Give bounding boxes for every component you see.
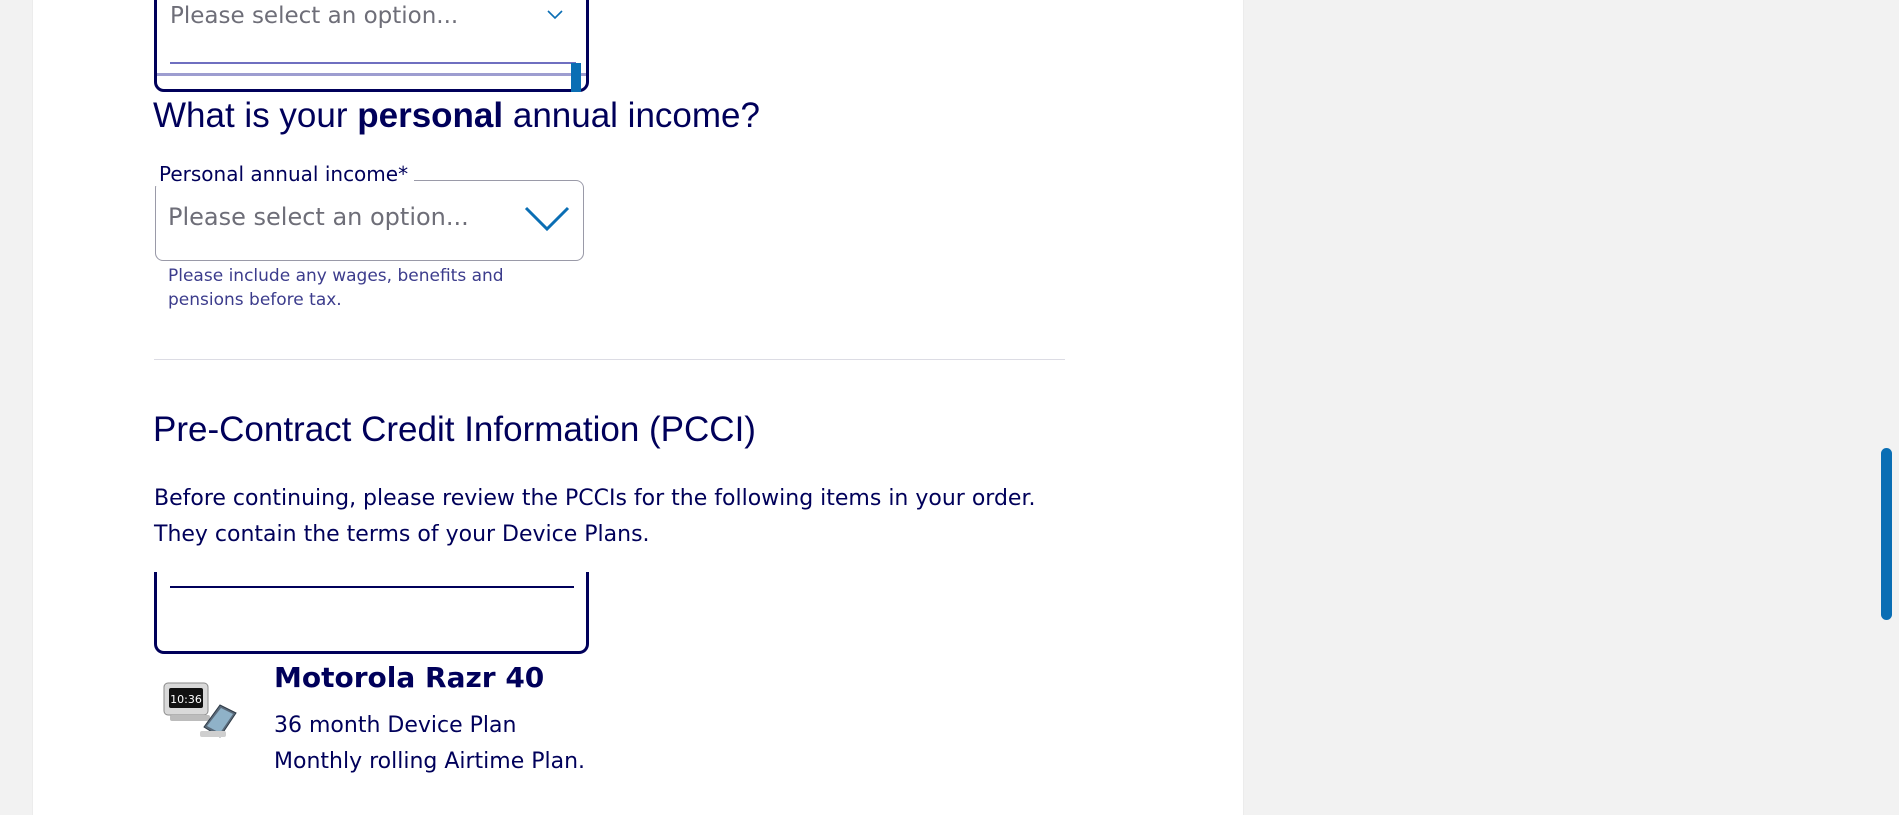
pcci-description: Before continuing, please review the PCC… <box>154 481 1104 553</box>
income-heading-bold: personal <box>357 96 504 135</box>
previous-select-field[interactable]: Please select an option... <box>154 0 589 92</box>
product-image-clock: 10:36 <box>170 693 202 706</box>
chevron-down-icon[interactable] <box>524 205 570 233</box>
product-image: 10:36 <box>163 682 237 738</box>
device-plan-text: 36 month Device Plan <box>274 713 517 738</box>
dropdown-scroll-track <box>157 73 586 76</box>
chevron-down-icon <box>547 10 563 20</box>
page-content: Please select an option... What is your … <box>32 0 1244 815</box>
pcci-description-line1: Before continuing, please review the PCC… <box>154 486 1036 511</box>
income-heading: What is your personal annual income? <box>153 96 760 136</box>
pcci-description-line2: They contain the terms of your Device Pl… <box>154 522 650 547</box>
airtime-plan-text: Monthly rolling Airtime Plan. <box>274 749 586 774</box>
personal-income-help-text: Please include any wages, benefits and p… <box>168 266 504 310</box>
page-scrollbar-thumb[interactable] <box>1881 448 1892 620</box>
product-name: Motorola Razr 40 <box>274 661 545 694</box>
income-heading-suffix: annual income? <box>503 96 760 135</box>
income-heading-prefix: What is your <box>153 96 358 135</box>
dropdown-scrollbar-thumb[interactable] <box>571 63 581 92</box>
previous-select-placeholder: Please select an option... <box>170 3 459 29</box>
section-divider <box>154 359 1065 360</box>
pcci-heading: Pre-Contract Credit Information (PCCI) <box>153 410 756 449</box>
personal-income-label: Personal annual income* <box>155 162 415 186</box>
dropdown-divider <box>170 62 576 64</box>
pcci-card-divider <box>170 586 574 588</box>
pcci-card <box>154 572 589 654</box>
personal-income-placeholder: Please select an option... <box>168 203 469 231</box>
